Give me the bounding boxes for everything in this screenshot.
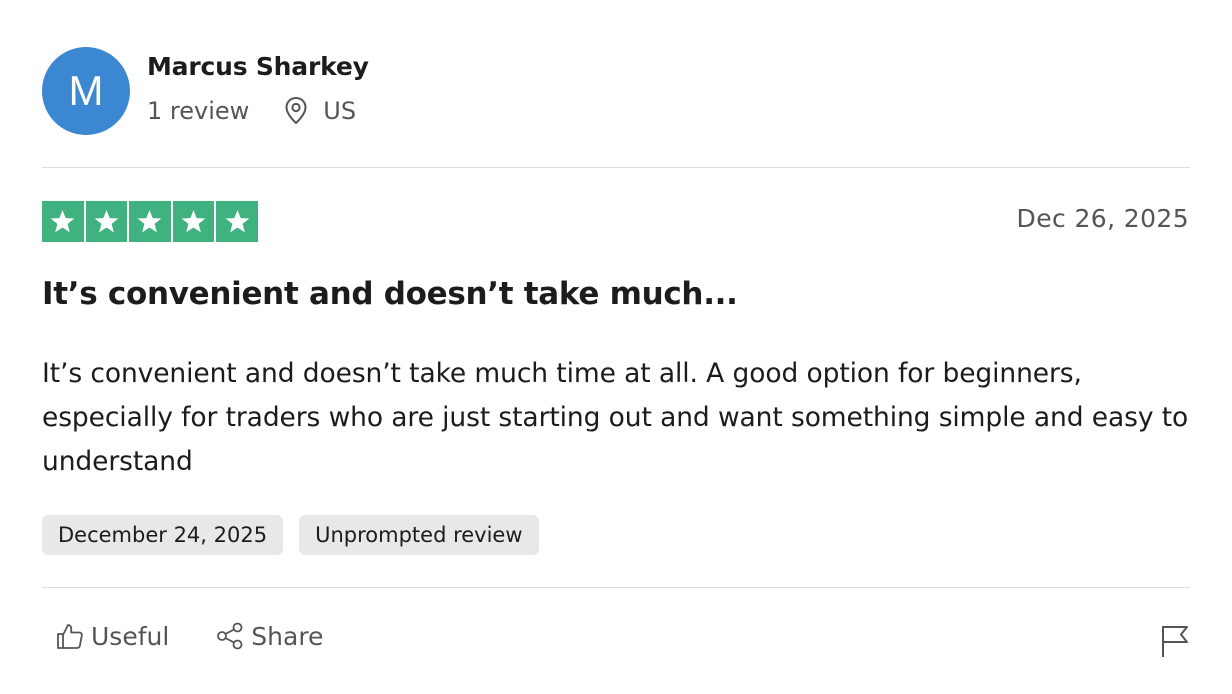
review-card: M Marcus Sharkey 1 review US Dec 26, 202… (0, 0, 1232, 694)
star-icon (42, 201, 84, 242)
review-tags: December 24, 2025 Unprompted review (42, 515, 539, 555)
star-icon (129, 201, 171, 242)
avatar[interactable]: M (42, 47, 130, 135)
experience-date-badge: December 24, 2025 (42, 515, 284, 555)
review-type-badge[interactable]: Unprompted review (299, 515, 539, 555)
divider (42, 587, 1190, 588)
avatar-initial: M (68, 67, 104, 114)
review-body: It’s convenient and doesn’t take much ti… (42, 358, 1189, 477)
star-icon (172, 201, 215, 242)
star-icon (216, 201, 258, 242)
review-count: 1 review (147, 97, 250, 125)
useful-label: Useful (91, 621, 170, 651)
star-rating (42, 201, 258, 242)
reviewer-name[interactable]: Marcus Sharkey (147, 52, 369, 81)
thumbs-up-icon (57, 624, 83, 649)
review-title[interactable]: It’s convenient and doesn’t take much... (42, 276, 738, 312)
flag-icon[interactable] (1160, 624, 1190, 658)
divider (42, 167, 1190, 168)
reviewer-country: US (323, 97, 357, 125)
review-date: Dec 26, 2025 (1016, 204, 1189, 233)
share-button[interactable]: Share (215, 621, 323, 651)
review-actions: Useful Share (55, 621, 369, 651)
useful-button[interactable]: Useful (55, 621, 169, 651)
share-label: Share (251, 621, 324, 651)
reviewer-meta: 1 review US (147, 96, 356, 126)
location-pin-icon (285, 96, 307, 125)
star-icon (85, 201, 128, 242)
share-icon (217, 622, 243, 650)
